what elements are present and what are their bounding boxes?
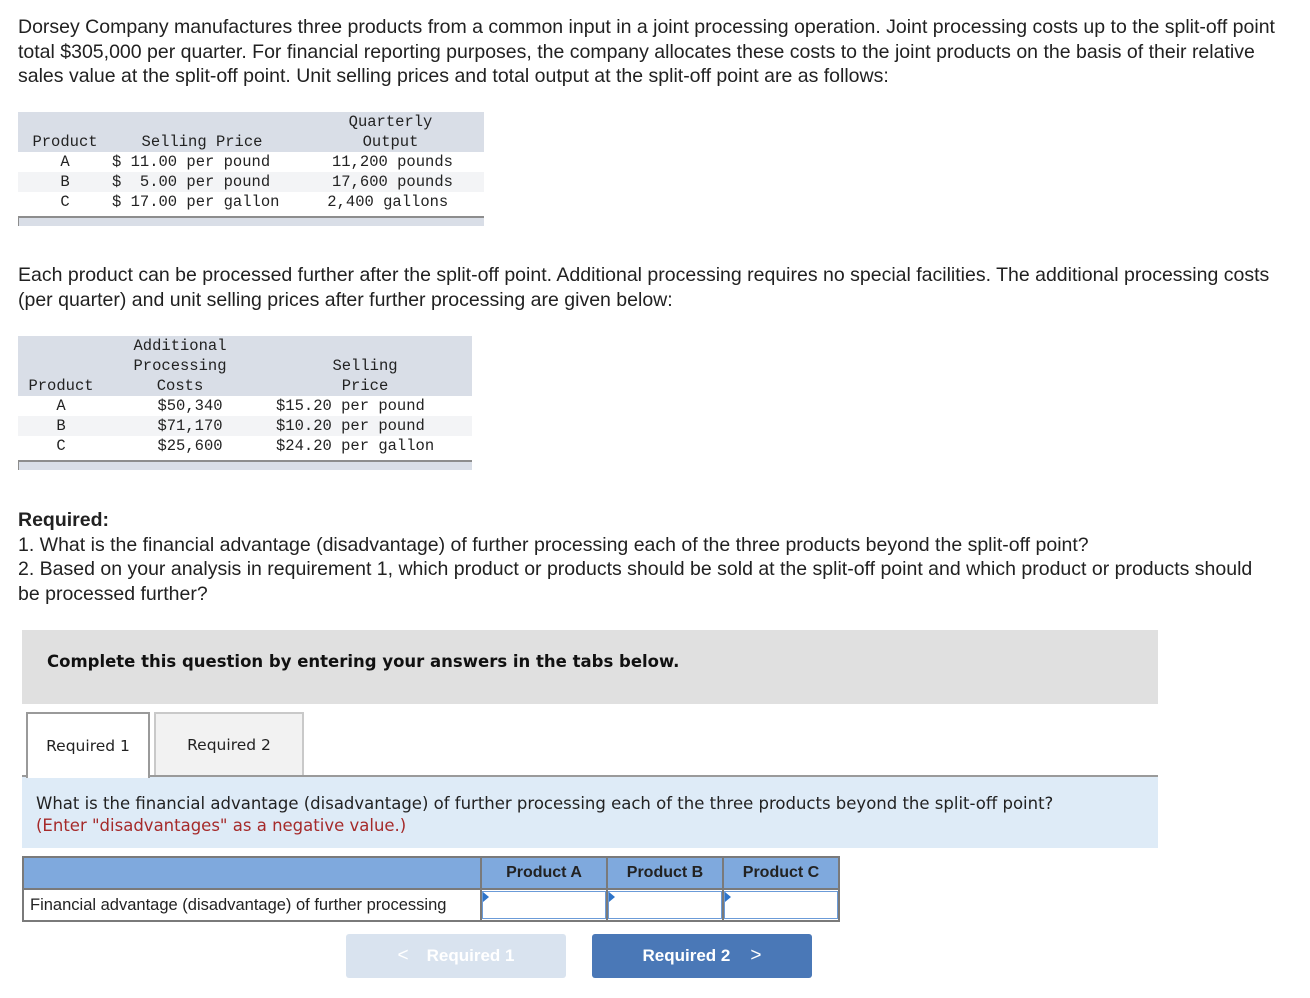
table-footer-bar: [18, 460, 472, 470]
tab-required-1[interactable]: Required 1: [26, 712, 150, 778]
price-cell: $10.20 per pound: [276, 417, 425, 435]
question-text: What is the financial advantage (disadva…: [36, 794, 1054, 813]
next-button-label: Required 2: [642, 946, 731, 965]
further-processing-table-header: Product Additional Processing Costs Sellin…: [18, 336, 472, 396]
table-row: A $ 11.00 per pound 11,200 pounds: [18, 152, 484, 172]
question-panel: What is the financial advantage (disadva…: [22, 777, 1158, 848]
hint-text: (Enter "disadvantages" as a negative val…: [36, 816, 407, 835]
header-additional-costs: Additional Processing Costs: [118, 336, 242, 396]
costs-cell: $71,170: [157, 417, 223, 435]
required-item-1: 1. What is the financial advantage (disa…: [18, 533, 1089, 556]
header-output-line1: Quarterly: [348, 113, 433, 131]
split-off-table-header: Product Selling Price Quarterly Output: [18, 112, 484, 152]
price-cell: $24.20 per gallon: [276, 437, 435, 455]
output-cell: 2,400 gallons: [318, 193, 449, 211]
required-section: Required: 1. What is the financial advan…: [18, 508, 1278, 606]
price-cell: $15.20 per pound: [276, 397, 425, 415]
product-cell: A: [56, 397, 66, 415]
costs-cell: $25,600: [157, 437, 223, 455]
product-c-cell: [722, 888, 840, 922]
product-c-input[interactable]: [724, 891, 838, 919]
row-label: Financial advantage (disadvantage) of fu…: [22, 888, 482, 922]
instruction-banner: Complete this question by entering your …: [22, 630, 1158, 704]
chevron-left-icon: <: [397, 945, 409, 966]
output-cell: 11,200 pounds: [332, 153, 453, 171]
answer-table: Product A Product B Product C Financial …: [22, 856, 840, 922]
selling-price-cell: $ 11.00 per pound: [112, 153, 271, 171]
split-off-table: Product Selling Price Quarterly Output A $…: [18, 112, 484, 226]
header-output-line2: Output: [362, 133, 419, 151]
product-a-cell: [480, 888, 608, 922]
header-quarterly-output: Quarterly Output: [318, 112, 463, 152]
table-row: C $25,600 $24.20 per gallon: [18, 436, 472, 456]
table-row: B $71,170 $10.20 per pound: [18, 416, 472, 436]
product-cell: B: [56, 417, 66, 435]
table-row: B $ 5.00 per pound 17,600 pounds: [18, 172, 484, 192]
product-cell: B: [60, 173, 70, 191]
header-blank: [22, 856, 482, 890]
tab-required-2[interactable]: Required 2: [154, 712, 304, 776]
header-costs-line3: Costs: [156, 377, 204, 395]
table-footer-bar: [18, 216, 484, 226]
output-cell: 17,600 pounds: [332, 173, 453, 191]
product-cell: C: [60, 193, 70, 211]
header-product-c: Product C: [722, 856, 840, 890]
header-product-b: Product B: [606, 856, 724, 890]
required-title: Required:: [18, 509, 110, 531]
next-required-button[interactable]: Required 2 >: [592, 934, 812, 978]
header-product: Product: [28, 377, 94, 395]
costs-cell: $50,340: [157, 397, 223, 415]
product-b-cell: [606, 888, 724, 922]
table-row: A $50,340 $15.20 per pound: [18, 396, 472, 416]
prev-required-button[interactable]: < Required 1: [346, 934, 566, 978]
answer-table-header-row: Product A Product B Product C: [22, 856, 840, 890]
table-row: C $ 17.00 per gallon 2,400 gallons: [18, 192, 484, 212]
selling-price-cell: $ 17.00 per gallon: [112, 193, 280, 211]
further-processing-paragraph: Each product can be processed further af…: [18, 264, 1270, 311]
chevron-right-icon: >: [750, 945, 762, 966]
product-b-input[interactable]: [608, 891, 722, 919]
further-processing-table: Product Additional Processing Costs Sellin…: [18, 336, 472, 470]
required-item-2: 2. Based on your analysis in requirement…: [18, 558, 1253, 605]
header-product: Product: [32, 133, 98, 151]
header-selling-price: Selling Price: [288, 356, 442, 396]
header-price-line2: Price: [341, 377, 389, 395]
product-cell: C: [56, 437, 66, 455]
instruction-text: Complete this question by entering your …: [47, 652, 680, 671]
header-costs-line1: Additional: [133, 337, 227, 355]
product-cell: A: [60, 153, 70, 171]
intro-paragraph: Dorsey Company manufactures three produc…: [18, 16, 1275, 87]
selling-price-cell: $ 5.00 per pound: [112, 173, 271, 191]
header-product-a: Product A: [480, 856, 608, 890]
table-row: Financial advantage (disadvantage) of fu…: [22, 888, 840, 922]
tab-label: Required 1: [46, 737, 130, 755]
product-a-input[interactable]: [482, 891, 606, 919]
prev-button-label: Required 1: [426, 946, 515, 965]
tab-label: Required 2: [187, 736, 271, 754]
header-costs-line2: Processing: [133, 357, 227, 375]
header-selling-price: Selling Price: [141, 133, 263, 151]
header-price-line1: Selling: [332, 357, 398, 375]
